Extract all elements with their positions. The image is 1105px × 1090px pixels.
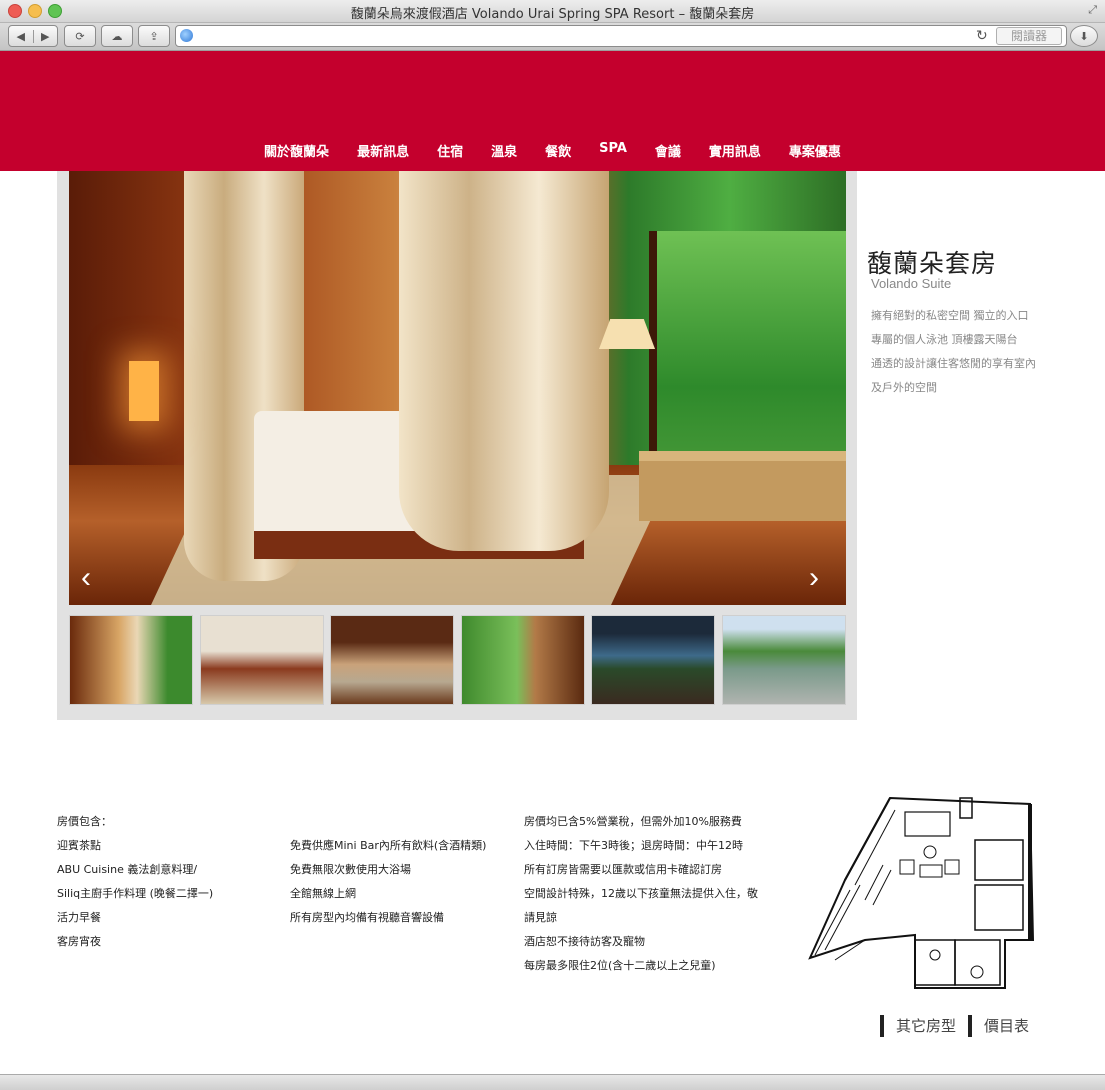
info-line: 房價包含：: [57, 815, 112, 828]
price-includes-column: 房價包含： 迎賓茶點 ABU Cuisine 義法創意料理/ Siliq主廚手作…: [57, 810, 213, 954]
window-title: 馥蘭朵烏來渡假酒店 Volando Urai Spring SPA Resort…: [350, 7, 755, 22]
reload-icon[interactable]: ↻: [976, 27, 988, 44]
info-line: 所有房型內均備有視聽音響設備: [290, 911, 444, 924]
room-title: 馥蘭朵套房: [867, 249, 998, 278]
download-icon: ⬇: [1079, 30, 1089, 43]
info-line: 入住時間：下午3時後；退房時間：中午12時: [524, 839, 743, 852]
info-line: 請見諒: [524, 911, 557, 924]
thumbnail-1[interactable]: [69, 615, 193, 705]
nav-item-hot-spring[interactable]: 溫泉: [491, 141, 517, 160]
downloads-button[interactable]: ⬇: [1070, 25, 1098, 47]
icloud-tabs-button[interactable]: ☁: [101, 25, 133, 47]
share-button[interactable]: ⇪: [138, 25, 170, 47]
amenities-column: 免費供應Mini Bar內所有飲料(含酒精類) 免費無限次數使用大浴場 全館無線…: [290, 834, 486, 930]
cloud-icon: ☁: [111, 30, 123, 43]
thumbnail-5[interactable]: [591, 615, 715, 705]
info-line: 客房宵夜: [57, 935, 101, 948]
thumbnail-4[interactable]: [461, 615, 585, 705]
info-line: Siliq主廚手作料理 (晚餐二擇一): [57, 887, 214, 900]
thumbnail-3[interactable]: [330, 615, 454, 705]
info-line: 免費供應Mini Bar內所有飲料(含酒精類): [290, 839, 487, 852]
info-line: 酒店恕不接待訪客及寵物: [524, 935, 645, 948]
room-gallery: ‹ ›: [57, 171, 857, 720]
reader-button[interactable]: 閱讀器: [996, 27, 1062, 45]
share-icon: ⇪: [149, 30, 159, 43]
globe-icon: [180, 29, 193, 42]
description-line: 及戶外的空間: [871, 381, 937, 394]
forward-arrow-icon[interactable]: ▶: [34, 30, 58, 43]
nav-item-info[interactable]: 實用訊息: [709, 141, 761, 160]
info-line: 活力早餐: [57, 911, 101, 924]
thumbnail-strip: [69, 615, 846, 705]
info-line: 房價均已含5%營業稅，但需外加10%服務費: [524, 815, 742, 828]
hero-sofa: [639, 451, 846, 521]
description-line: 擁有絕對的私密空間 獨立的入口: [871, 309, 1029, 322]
main-nav: 關於馥蘭朵 最新訊息 住宿 溫泉 餐飲 SPA 會議 實用訊息 專案優惠: [0, 141, 1105, 160]
fullscreen-icon[interactable]: ⤢: [1088, 4, 1097, 17]
floor-plan-diagram: [808, 796, 1035, 989]
nav-item-dining[interactable]: 餐飲: [545, 141, 571, 160]
nav-item-rooms[interactable]: 住宿: [437, 141, 463, 160]
nav-item-news[interactable]: 最新訊息: [357, 141, 409, 160]
info-line: 空間設計特殊，12歲以下孩童無法提供入住，敬: [524, 887, 758, 900]
hero-photo: ‹ ›: [69, 171, 846, 605]
policy-column: 房價均已含5%營業稅，但需外加10%服務費 入住時間：下午3時後；退房時間：中午…: [524, 810, 758, 978]
nav-item-meetings[interactable]: 會議: [655, 141, 681, 160]
window-bottom-bar: [0, 1074, 1105, 1090]
room-subtitle: Volando Suite: [871, 276, 952, 291]
back-forward-buttons: ◀ ▶: [8, 25, 58, 47]
window-titlebar: 馥蘭朵烏來渡假酒店 Volando Urai Spring SPA Resort…: [0, 0, 1105, 23]
room-description: 擁有絕對的私密空間 獨立的入口 專屬的個人泳池 頂樓露天陽台 通透的設計讓住客悠…: [871, 304, 1091, 400]
info-line: ABU Cuisine 義法創意料理/: [57, 863, 198, 876]
back-arrow-icon[interactable]: ◀: [9, 29, 34, 43]
other-rooms-link[interactable]: 其它房型: [880, 1015, 956, 1037]
info-line: 免費無限次數使用大浴場: [290, 863, 411, 876]
info-line: 每房最多限住2位(含十二歲以上之兒童): [524, 959, 716, 972]
history-icon: ⟳: [75, 30, 85, 43]
nav-item-spa[interactable]: SPA: [599, 141, 627, 160]
bottom-links: 其它房型 價目表: [880, 1014, 1041, 1038]
thumbnail-2[interactable]: [200, 615, 324, 705]
hero-curtain-right: [399, 171, 609, 551]
description-line: 通透的設計讓住客悠閒的享有室內: [871, 357, 1036, 370]
hero-lamp-left: [129, 361, 159, 421]
info-line: 全館無線上網: [290, 887, 356, 900]
thumbnail-6[interactable]: [722, 615, 846, 705]
prev-slide-icon[interactable]: ‹: [81, 563, 91, 593]
next-slide-icon[interactable]: ›: [809, 563, 819, 593]
nav-item-about[interactable]: 關於馥蘭朵: [264, 141, 329, 160]
nav-item-offers[interactable]: 專案優惠: [789, 141, 841, 160]
description-line: 專屬的個人泳池 頂樓露天陽台: [871, 333, 1018, 346]
browser-toolbar: ◀ ▶ ⟳ ☁ ⇪ ↻ 閱讀器 ⬇: [0, 23, 1105, 51]
history-button[interactable]: ⟳: [64, 25, 96, 47]
price-list-link[interactable]: 價目表: [968, 1015, 1029, 1037]
info-line: 迎賓茶點: [57, 839, 101, 852]
info-line: 所有訂房皆需要以匯款或信用卡確認訂房: [524, 863, 722, 876]
address-bar[interactable]: ↻ 閱讀器: [175, 25, 1067, 47]
